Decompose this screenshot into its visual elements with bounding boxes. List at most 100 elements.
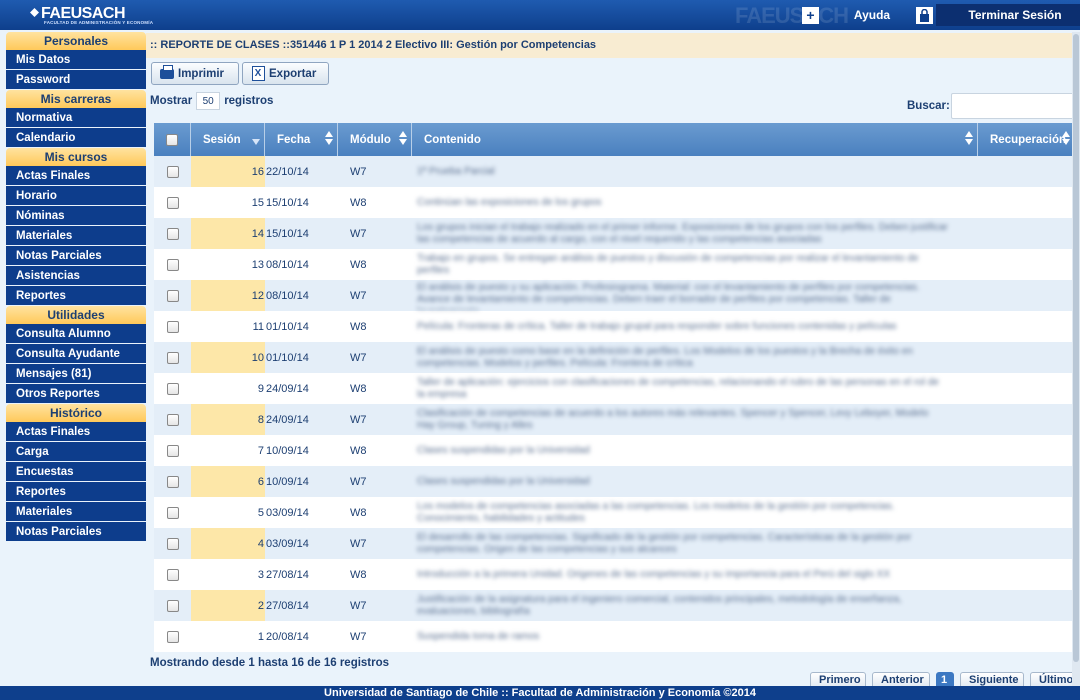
sidebar-item[interactable]: Mis Datos	[6, 50, 146, 70]
session-content: Clases suspendidas por la Universidad	[417, 444, 590, 456]
sidebar-item[interactable]: Carga	[6, 442, 146, 462]
row-checkbox[interactable]	[166, 599, 179, 612]
table-info: Mostrando desde 1 hasta 16 de 16 registr…	[150, 657, 390, 669]
header-fecha[interactable]: Fecha	[265, 123, 338, 156]
sidebar-item[interactable]: Normativa	[6, 108, 146, 128]
row-checkbox[interactable]	[166, 444, 179, 457]
sidebar-item[interactable]: Calendario	[6, 128, 146, 148]
session-module: W8	[350, 196, 367, 209]
sidebar-item[interactable]: Encuestas	[6, 462, 146, 482]
row-select-cell[interactable]	[154, 187, 191, 218]
print-button[interactable]: Imprimir	[151, 62, 239, 85]
scrollbar-thumb[interactable]	[1073, 34, 1079, 662]
row-checkbox[interactable]	[166, 630, 179, 643]
sidebar-item[interactable]: Notas Parciales	[6, 246, 146, 266]
sidebar-item[interactable]: Password	[6, 70, 146, 90]
session-content: Taller de aplicación: ejercicios con cla…	[417, 376, 939, 400]
row-checkbox[interactable]	[166, 258, 179, 271]
sidebar-item[interactable]: Materiales	[6, 502, 146, 522]
header-recuperacion[interactable]: Recuperación	[978, 123, 1074, 156]
help-button[interactable]: + Ayuda	[802, 4, 922, 26]
row-select-cell[interactable]	[154, 466, 191, 497]
sidebar-item[interactable]: Reportes	[6, 286, 146, 306]
sidebar-item[interactable]: Actas Finales	[6, 422, 146, 442]
row-checkbox[interactable]	[166, 196, 179, 209]
row-checkbox[interactable]	[166, 227, 179, 240]
header-contenido[interactable]: Contenido	[412, 123, 978, 156]
session-content: Justificación de la asignatura para el i…	[417, 593, 902, 617]
select-all-header[interactable]	[154, 123, 191, 156]
row-select-cell[interactable]	[154, 311, 191, 342]
sidebar-item[interactable]: Actas Finales	[6, 166, 146, 186]
row-select-cell[interactable]	[154, 528, 191, 559]
select-all-checkbox[interactable]	[166, 133, 178, 146]
header-modulo-label: Módulo	[350, 133, 391, 146]
table-row[interactable]: 5 03/09/14 W8 Los modelos de competencias a…	[154, 497, 1074, 528]
export-button[interactable]: X Exportar	[242, 62, 329, 85]
table-row[interactable]: 14 15/10/14 W7 Los grupos inician el trabaj…	[154, 218, 1074, 249]
table-row[interactable]: 12 08/10/14 W7 El análisis de puesto y su a…	[154, 280, 1074, 311]
row-select-cell[interactable]	[154, 218, 191, 249]
vertical-scrollbar[interactable]	[1072, 32, 1080, 686]
export-label: Exportar	[269, 67, 317, 80]
header-sesion[interactable]: Sesión	[191, 123, 265, 156]
row-select-cell[interactable]	[154, 621, 191, 652]
table-row[interactable]: 10 01/10/14 W7 El análisis de puesto como b…	[154, 342, 1074, 373]
session-number: 13	[251, 258, 264, 271]
row-checkbox[interactable]	[166, 506, 179, 519]
session-content: El análisis de puesto como base en la de…	[417, 345, 913, 369]
row-select-cell[interactable]	[154, 559, 191, 590]
row-checkbox[interactable]	[166, 568, 179, 581]
sidebar-item[interactable]: Horario	[6, 186, 146, 206]
row-select-cell[interactable]	[154, 156, 191, 187]
row-select-cell[interactable]	[154, 342, 191, 373]
row-select-cell[interactable]	[154, 404, 191, 435]
faeusach-logo[interactable]: FAEUSACH FACULTAD DE ADMINISTRACIÓN Y EC…	[30, 5, 153, 25]
sidebar-item[interactable]: Otros Reportes	[6, 384, 146, 404]
page-length-select[interactable]: 50	[196, 92, 221, 110]
row-checkbox[interactable]	[166, 351, 179, 364]
row-select-cell[interactable]	[154, 373, 191, 404]
row-select-cell[interactable]	[154, 249, 191, 280]
table-row[interactable]: 7 10/09/14 W8 Clases suspendidas por la Uni…	[154, 435, 1074, 466]
table-row[interactable]: 6 10/09/14 W7 Clases suspendidas por la Uni…	[154, 466, 1074, 497]
session-content: Clasificación de competencias de acuerdo…	[417, 407, 929, 431]
sidebar-item[interactable]: Notas Parciales	[6, 522, 146, 542]
session-recovery	[978, 466, 1074, 497]
session-content-cell: Los grupos inician el trabajo realizado …	[412, 218, 978, 249]
table-row[interactable]: 13 08/10/14 W8 Trabajo en grupos. Se entreg…	[154, 249, 1074, 280]
row-select-cell[interactable]	[154, 280, 191, 311]
logout-button[interactable]: Terminar Sesión	[916, 4, 1080, 26]
row-select-cell[interactable]	[154, 435, 191, 466]
table-row[interactable]: 15 15/10/14 W8 Continúan las exposiciones d…	[154, 187, 1074, 218]
table-row[interactable]: 16 22/10/14 W7 1ª Prueba Parcial	[154, 156, 1074, 187]
row-checkbox[interactable]	[166, 289, 179, 302]
table-row[interactable]: 8 24/09/14 W7 Clasificación de competencias…	[154, 404, 1074, 435]
row-checkbox[interactable]	[166, 165, 179, 178]
sidebar-item[interactable]: Nóminas	[6, 206, 146, 226]
logo-flag-icon	[30, 8, 39, 17]
table-row[interactable]: 2 27/08/14 W7 Justificación de la asignatur…	[154, 590, 1074, 621]
sidebar-item[interactable]: Consulta Ayudante	[6, 344, 146, 364]
sidebar-item[interactable]: Mensajes (81)	[6, 364, 146, 384]
sidebar-item[interactable]: Consulta Alumno	[6, 324, 146, 344]
row-checkbox[interactable]	[166, 382, 179, 395]
sidebar-item[interactable]: Materiales	[6, 226, 146, 246]
top-bar: FAEUSACH FACULTAD DE ADMINISTRACIÓN Y EC…	[0, 0, 1080, 30]
table-row[interactable]: 1 20/08/14 W7 Suspendida toma de ramos	[154, 621, 1074, 652]
table-row[interactable]: 11 01/10/14 W8 Película: Fronteras de críti…	[154, 311, 1074, 342]
sidebar-item[interactable]: Asistencias	[6, 266, 146, 286]
row-checkbox[interactable]	[166, 413, 179, 426]
table-row[interactable]: 3 27/08/14 W8 Introducción a la primera Uni…	[154, 559, 1074, 590]
search-input[interactable]	[951, 93, 1078, 119]
session-number: 15	[251, 196, 264, 209]
sidebar-item[interactable]: Reportes	[6, 482, 146, 502]
row-select-cell[interactable]	[154, 590, 191, 621]
row-checkbox[interactable]	[166, 537, 179, 550]
row-checkbox[interactable]	[166, 475, 179, 488]
table-row[interactable]: 4 03/09/14 W7 El desarrollo de las competen…	[154, 528, 1074, 559]
table-row[interactable]: 9 24/09/14 W8 Taller de aplicación: ejercic…	[154, 373, 1074, 404]
row-select-cell[interactable]	[154, 497, 191, 528]
row-checkbox[interactable]	[166, 320, 179, 333]
header-modulo[interactable]: Módulo	[338, 123, 412, 156]
